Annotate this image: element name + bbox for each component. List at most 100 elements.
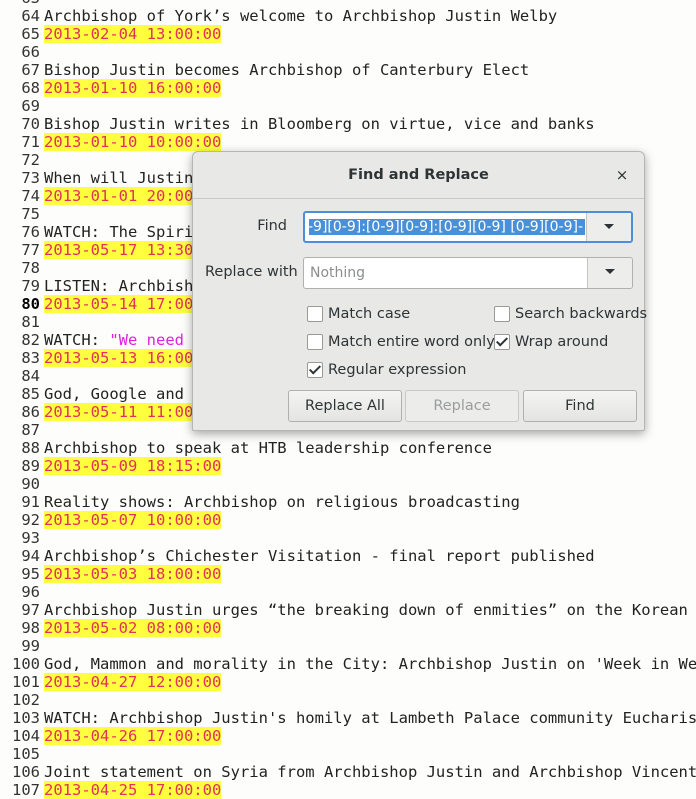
line-text: God, Mammon and morality in the City: Ar… [44, 655, 696, 673]
checkbox-box [494, 306, 510, 322]
line-text: Bishop Justin writes in Bloomberg on vir… [44, 115, 595, 133]
editor-line[interactable]: 105 [0, 745, 696, 763]
editor-line[interactable]: 67 Bishop Justin becomes Archbishop of Ca… [0, 61, 696, 79]
editor-line[interactable]: 100 God, Mammon and morality in the City:… [0, 655, 696, 673]
timestamp-text: 2013-05-09 18:15:00 [44, 457, 222, 475]
dialog-titlebar: Find and Replace × [193, 152, 644, 199]
line-number: 69 [21, 97, 40, 115]
find-combo[interactable]: -[0-9][0-9] [0-9][0-9]:[0-9][0-9]:[0-9][… [303, 211, 633, 243]
replace-all-button[interactable]: Replace All [288, 390, 402, 422]
timestamp-text: 2013-04-25 17:00:00 [44, 781, 222, 799]
editor-line[interactable]: 65 2013-02-04 13:00:00 [0, 25, 696, 43]
line-text: LISTEN: Archbishop [44, 277, 212, 295]
editor-line[interactable]: 95 2013-05-03 18:00:00 [0, 565, 696, 583]
line-number: 84 [21, 367, 40, 385]
line-number: 96 [21, 583, 40, 601]
string-literal: "We need t [109, 331, 203, 349]
editor-line[interactable]: 103 WATCH: Archbishop Justin's homily at … [0, 709, 696, 727]
line-number: 93 [21, 529, 40, 547]
line-text: WATCH: [44, 331, 110, 349]
editor-line[interactable]: 66 [0, 43, 696, 61]
checkbox-box [494, 334, 510, 350]
editor-line[interactable]: 92 2013-05-07 10:00:00 [0, 511, 696, 529]
line-number: 81 [21, 313, 40, 331]
replace-input[interactable]: Nothing [310, 263, 365, 283]
editor-line[interactable]: 90 [0, 475, 696, 493]
match-case-label: Match case [328, 306, 411, 322]
line-number: 70 [21, 115, 40, 133]
timestamp-text: 2013-02-04 13:00:00 [44, 25, 222, 43]
editor-line[interactable]: 93 [0, 529, 696, 547]
wrap-around-label: Wrap around [515, 334, 609, 350]
line-number: 104 [12, 727, 40, 745]
line-number: 95 [21, 565, 40, 583]
editor-line[interactable]: 107 2013-04-25 17:00:00 [0, 781, 696, 799]
line-text: When will Justin [44, 169, 194, 187]
line-number: 83 [21, 349, 40, 367]
line-number: 73 [21, 169, 40, 187]
editor-line[interactable]: 68 2013-01-10 16:00:00 [0, 79, 696, 97]
chevron-down-icon [604, 224, 614, 229]
find-button[interactable]: Find [523, 390, 637, 422]
line-text: Archbishop to speak at HTB leadership co… [44, 439, 492, 457]
timestamp-text: 2013-04-26 17:00:00 [44, 727, 222, 745]
editor-line[interactable]: 101 2013-04-27 12:00:00 [0, 673, 696, 691]
editor-line[interactable]: 94 Archbishop’s Chichester Visitation - f… [0, 547, 696, 565]
find-input[interactable]: -[0-9][0-9] [0-9][0-9]:[0-9][0-9]:[0-9][… [309, 217, 585, 237]
line-number: 74 [21, 187, 40, 205]
line-number: 89 [21, 457, 40, 475]
line-number: 78 [21, 259, 40, 277]
line-text: WATCH: The Spirit [44, 223, 203, 241]
line-number: 105 [12, 745, 40, 763]
line-text: Archbishop Justin urges “the breaking do… [44, 601, 696, 619]
editor-line[interactable]: 63 [0, 0, 696, 7]
find-history-button[interactable] [586, 213, 631, 241]
line-number: 90 [21, 475, 40, 493]
editor-line[interactable]: 96 [0, 583, 696, 601]
replace-button[interactable]: Replace [405, 390, 519, 422]
line-text: Archbishop’s Chichester Visitation - fin… [44, 547, 595, 565]
line-number: 102 [12, 691, 40, 709]
line-number: 71 [21, 133, 40, 151]
regular-expression-label: Regular expression [328, 362, 467, 378]
line-number: 86 [21, 403, 40, 421]
line-number: 63 [0, 0, 44, 7]
line-text: God, Google and c [44, 385, 203, 403]
line-number: 94 [21, 547, 40, 565]
editor-line[interactable]: 106 Joint statement on Syria from Archbis… [0, 763, 696, 781]
editor-line[interactable]: 104 2013-04-26 17:00:00 [0, 727, 696, 745]
find-selected-text: -[0-9][0-9] [0-9][0-9]:[0-9][0-9]:[0-9][… [309, 219, 585, 235]
line-number: 76 [21, 223, 40, 241]
editor-line[interactable]: 98 2013-05-02 08:00:00 [0, 619, 696, 637]
timestamp-text: 2013-05-03 18:00:00 [44, 565, 222, 583]
line-number: 77 [21, 241, 40, 259]
replace-combo[interactable]: Nothing [303, 257, 633, 289]
line-number: 67 [21, 61, 40, 79]
timestamp-text: 2013-05-02 08:00:00 [44, 619, 222, 637]
editor-line[interactable]: 64 Archbishop of York’s welcome to Archbi… [0, 7, 696, 25]
close-icon[interactable]: × [612, 165, 632, 185]
editor-line[interactable]: 91 Reality shows: Archbishop on religious… [0, 493, 696, 511]
line-number: 107 [12, 781, 40, 799]
line-number: 87 [21, 421, 40, 439]
editor-line[interactable]: 89 2013-05-09 18:15:00 [0, 457, 696, 475]
line-number: 98 [21, 619, 40, 637]
editor-line[interactable]: 102 [0, 691, 696, 709]
dialog-title: Find and Replace [348, 167, 489, 183]
line-number: 100 [12, 655, 40, 673]
line-text: Reality shows: Archbishop on religious b… [44, 493, 520, 511]
find-replace-dialog: Find and Replace × Find -[0-9][0-9] [0-9… [192, 151, 648, 431]
search-backwards-label: Search backwards [515, 306, 648, 322]
editor-line[interactable]: 69 [0, 97, 696, 115]
checkbox-box [307, 362, 323, 378]
replace-history-button[interactable] [587, 258, 632, 288]
line-number: 92 [21, 511, 40, 529]
line-number: 99 [21, 637, 40, 655]
checkbox-box [307, 306, 323, 322]
editor-line[interactable]: 88 Archbishop to speak at HTB leadership … [0, 439, 696, 457]
line-number: 66 [21, 43, 40, 61]
editor-line[interactable]: 99 [0, 637, 696, 655]
editor-line[interactable]: 70 Bishop Justin writes in Bloomberg on v… [0, 115, 696, 133]
editor-line[interactable]: 71 2013-01-10 10:00:00 [0, 133, 696, 151]
editor-line[interactable]: 97 Archbishop Justin urges “the breaking … [0, 601, 696, 619]
